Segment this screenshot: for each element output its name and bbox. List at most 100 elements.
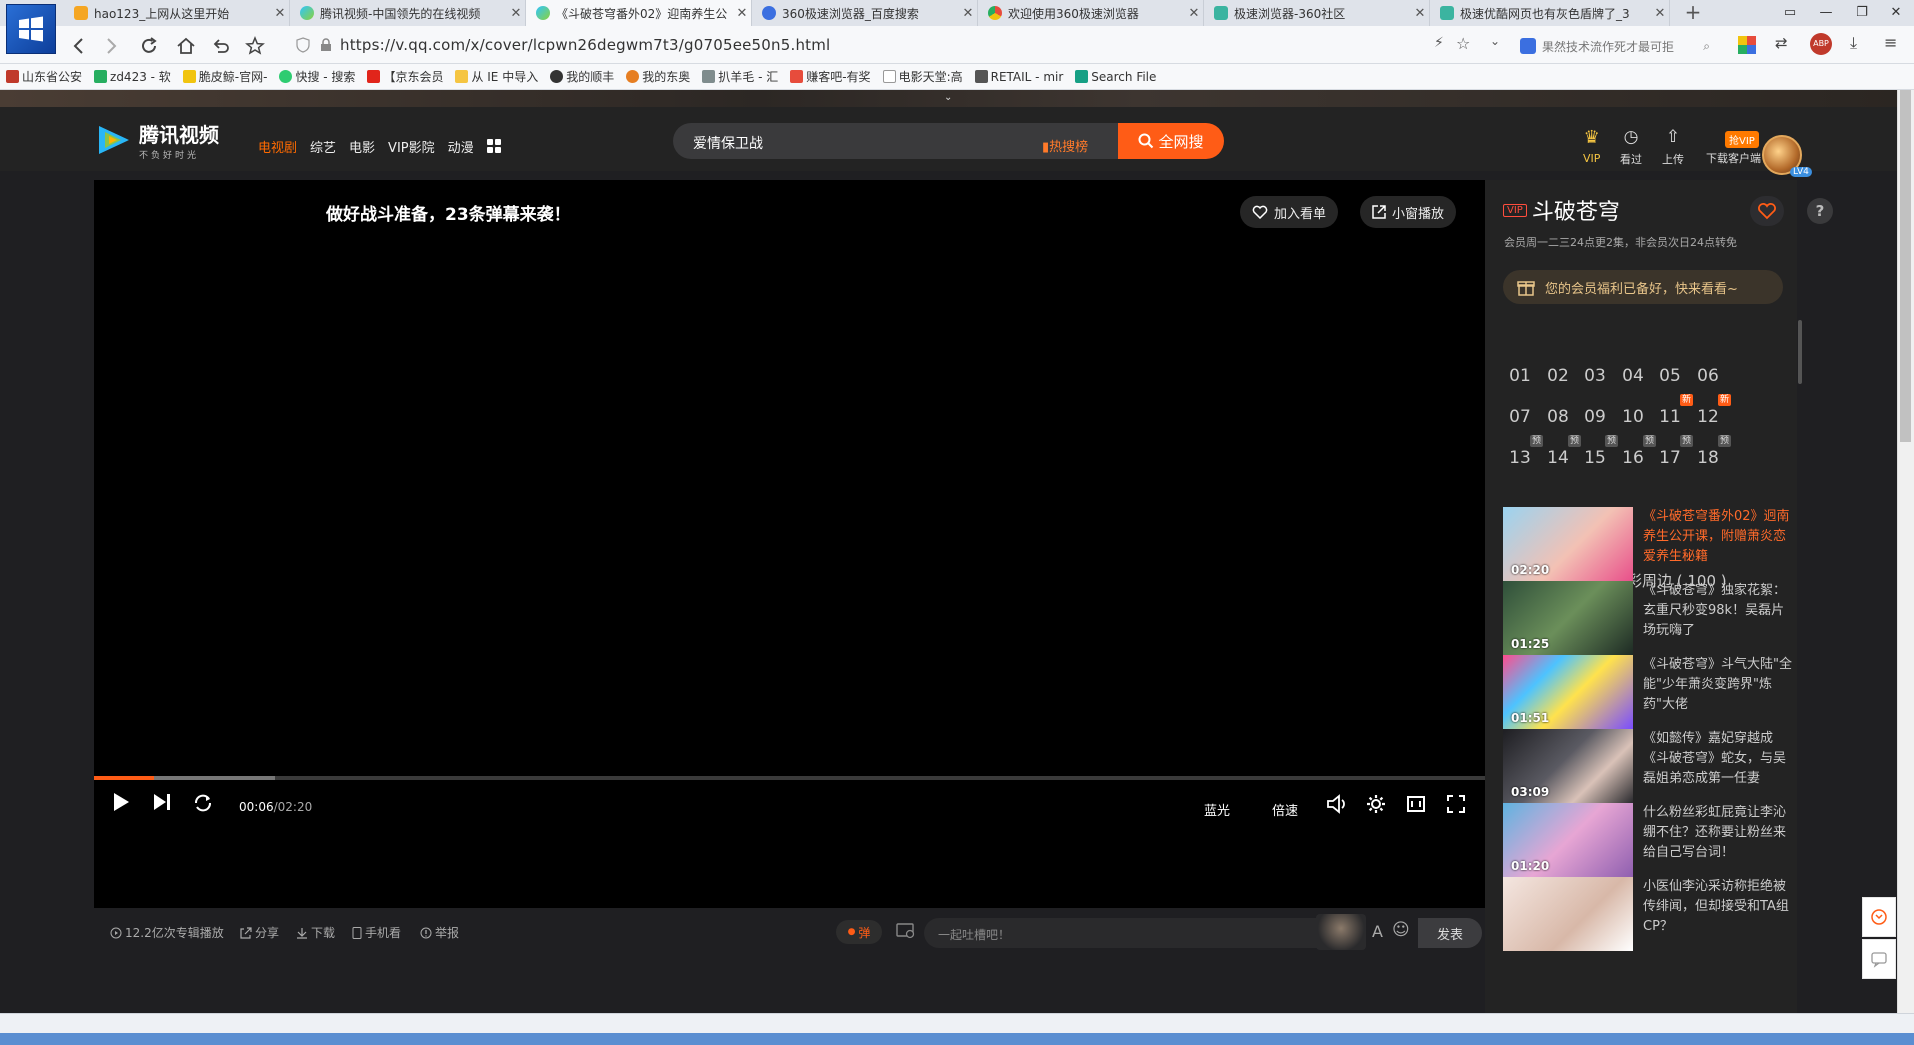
new-tab-button[interactable]: + — [1680, 0, 1706, 26]
video-thumbnail[interactable]: 03:09 — [1503, 729, 1633, 803]
web-fullscreen-icon[interactable] — [1406, 794, 1426, 814]
video-title[interactable]: 《斗破苍穹》斗气大陆"全能"少年萧炎变跨界"炼药"大佬 — [1643, 655, 1793, 715]
tab-baidu[interactable]: 360极速浏览器_百度搜索 ✕ — [752, 0, 978, 26]
collapse-banner-icon[interactable]: ⌄ — [944, 92, 952, 103]
bookmark-item[interactable]: 山东省公安 — [6, 68, 82, 85]
mobile-watch-button[interactable]: 手机看 — [352, 924, 401, 941]
lightning-icon[interactable]: ⚡ — [1434, 35, 1444, 51]
video-thumbnail[interactable]: 01:20 — [1503, 803, 1633, 877]
video-title[interactable]: 小医仙李沁采访称拒绝被传绯闻，但却接受和TA组CP？ — [1643, 877, 1793, 937]
send-danmu-button[interactable]: 发表 — [1418, 918, 1482, 948]
danmu-settings-icon[interactable] — [896, 922, 916, 940]
mini-window-button[interactable]: 小窗播放 — [1360, 196, 1457, 228]
chat-icon[interactable] — [1862, 939, 1896, 979]
download-icon[interactable]: ⤓ — [1850, 33, 1857, 53]
episode-button[interactable]: 18 预 — [1687, 435, 1731, 473]
play-icon[interactable] — [112, 792, 130, 812]
episode-button[interactable]: 01 — [1499, 361, 1541, 391]
chevron-down-icon[interactable]: ⌄ — [1490, 34, 1500, 48]
upload-link[interactable]: ⇧ 上传 — [1662, 127, 1684, 167]
progress-bar[interactable] — [94, 776, 154, 780]
search-button[interactable]: 全网搜 — [1118, 123, 1224, 159]
settings-gear-icon[interactable] — [1366, 794, 1386, 814]
danmu-input[interactable]: 一起吐槽吧！ — [924, 918, 1324, 948]
home-icon[interactable] — [175, 35, 197, 57]
adblock-icon[interactable]: ABP — [1810, 33, 1832, 55]
history-link[interactable]: ◷ 看过 — [1620, 127, 1642, 167]
bookmark-item[interactable]: 脆皮鲸-官网- — [182, 68, 267, 85]
star-icon[interactable] — [244, 35, 266, 57]
next-episode-icon[interactable] — [152, 792, 172, 812]
episode-button[interactable]: 09 — [1574, 402, 1616, 432]
star-outline-icon[interactable]: ☆ — [1456, 34, 1470, 53]
close-icon[interactable]: ✕ — [271, 6, 289, 21]
video-thumbnail[interactable]: 01:25 — [1503, 581, 1633, 655]
episode-button[interactable]: 08 — [1537, 402, 1579, 432]
share-button[interactable]: 分享 — [240, 924, 279, 941]
episode-button[interactable]: 13 预 — [1499, 435, 1543, 473]
video-title[interactable]: 《如懿传》嘉妃穿越成《斗破苍穹》蛇女，与吴磊姐弟恋成第一任妻 — [1643, 729, 1793, 789]
close-window-icon[interactable]: ✕ — [1878, 0, 1914, 26]
tab-current-video[interactable]: 《斗破苍穹番外02》迎南养生公 ✕ — [526, 0, 752, 26]
nav-variety[interactable]: 综艺 — [310, 137, 336, 156]
episode-button[interactable]: 10 — [1612, 402, 1654, 432]
close-icon[interactable]: ✕ — [733, 6, 751, 21]
apps-grid-icon[interactable] — [1738, 36, 1756, 54]
close-icon[interactable]: ✕ — [959, 6, 977, 21]
font-style-icon[interactable]: A — [1372, 922, 1383, 941]
fullscreen-icon[interactable] — [1446, 794, 1466, 814]
undo-icon[interactable] — [210, 35, 232, 57]
volume-icon[interactable] — [1326, 794, 1348, 814]
bookmark-item[interactable]: 赚客吧-有奖 — [790, 68, 871, 85]
bookmark-item[interactable]: Search File — [1075, 70, 1156, 84]
emoji-icon[interactable]: ☺ — [1392, 920, 1410, 940]
video-title[interactable]: 《斗破苍穹番外02》迥南养生公开课，附赠萧炎恋爱养生秘籍 — [1643, 507, 1793, 567]
hot-search-link[interactable]: ▮热搜榜 — [1042, 136, 1088, 155]
grab-vip-badge[interactable]: 抢VIP — [1725, 131, 1759, 148]
bookmark-item[interactable]: 从 IE 中导入 — [455, 68, 538, 85]
episode-button[interactable]: 12 新 — [1687, 394, 1731, 432]
member-benefit-banner[interactable]: 您的会员福利已备好，快来看看~ — [1503, 270, 1783, 304]
episode-button[interactable]: 04 — [1612, 361, 1654, 391]
report-button[interactable]: 举报 — [420, 924, 459, 941]
favorite-button[interactable] — [1750, 196, 1784, 226]
help-icon[interactable]: ? — [1807, 198, 1833, 224]
minimize-icon[interactable]: — — [1808, 0, 1844, 26]
video-thumbnail[interactable]: 01:51 — [1503, 655, 1633, 729]
back-icon[interactable] — [68, 35, 90, 57]
episode-button[interactable]: 06 — [1687, 361, 1729, 391]
speed-button[interactable]: 倍速 — [1272, 800, 1298, 819]
refresh-icon[interactable] — [138, 35, 160, 57]
forward-icon[interactable] — [100, 35, 122, 57]
danmu-character-image[interactable] — [1316, 914, 1366, 950]
episode-button[interactable]: 03 — [1574, 361, 1616, 391]
close-icon[interactable]: ✕ — [1651, 6, 1669, 21]
video-title[interactable]: 什么粉丝彩虹屁竟让李沁绷不住？还称要让粉丝来给自己写台词！ — [1643, 803, 1793, 863]
bookmark-item[interactable]: 我的顺丰 — [550, 68, 614, 85]
related-video-item[interactable]: 03:09 《如懿传》嘉妃穿越成《斗破苍穹》蛇女，与吴磊姐弟恋成第一任妻 — [1503, 729, 1793, 803]
tab-hao123[interactable]: hao123_上网从这里开始 ✕ — [64, 0, 290, 26]
related-video-item[interactable]: 01:20 什么粉丝彩虹屁竟让李沁绷不住？还称要让粉丝来给自己写台词！ — [1503, 803, 1793, 877]
tab-community[interactable]: 极速浏览器-360社区 ✕ — [1204, 0, 1430, 26]
nav-tv[interactable]: 电视剧 — [258, 137, 297, 156]
episode-button[interactable]: 07 — [1499, 402, 1541, 432]
progress-track[interactable] — [94, 776, 1485, 780]
related-video-item[interactable]: 01:25 《斗破苍穹》独家花絮：玄重尺秒变98k！吴磊片场玩嗨了 — [1503, 581, 1793, 655]
cast-icon[interactable]: ⇄ — [1775, 34, 1788, 52]
video-player[interactable]: 做好战斗准备，23条弹幕来袭！ 加入看单 小窗播放 00:06/02:20 蓝光… — [94, 180, 1485, 908]
episode-button[interactable]: 14 预 — [1537, 435, 1581, 473]
loop-icon[interactable] — [192, 792, 214, 814]
nav-anime[interactable]: 动漫 — [448, 137, 474, 156]
bookmark-item[interactable]: 【京东会员 — [367, 68, 443, 85]
show-title[interactable]: VIP 斗破苍穹 — [1503, 194, 1620, 226]
video-thumbnail[interactable]: 02:20 — [1503, 507, 1633, 581]
bookmark-item[interactable]: 扒羊毛 - 汇 — [702, 68, 778, 85]
menu-icon[interactable]: ≡ — [1884, 33, 1897, 52]
bookmark-item[interactable]: 快搜 - 搜索 — [279, 68, 355, 85]
danmu-toggle[interactable]: ● 弹 — [836, 920, 882, 944]
browser-logo[interactable] — [6, 4, 56, 54]
related-video-item[interactable]: 02:20 《斗破苍穹番外02》迥南养生公开课，附赠萧炎恋爱养生秘籍 — [1503, 507, 1793, 581]
episode-button[interactable]: 15 预 — [1574, 435, 1618, 473]
close-icon[interactable]: ✕ — [1411, 6, 1429, 21]
tab-tencent-home[interactable]: 腾讯视频-中国领先的在线视频 ✕ — [290, 0, 526, 26]
